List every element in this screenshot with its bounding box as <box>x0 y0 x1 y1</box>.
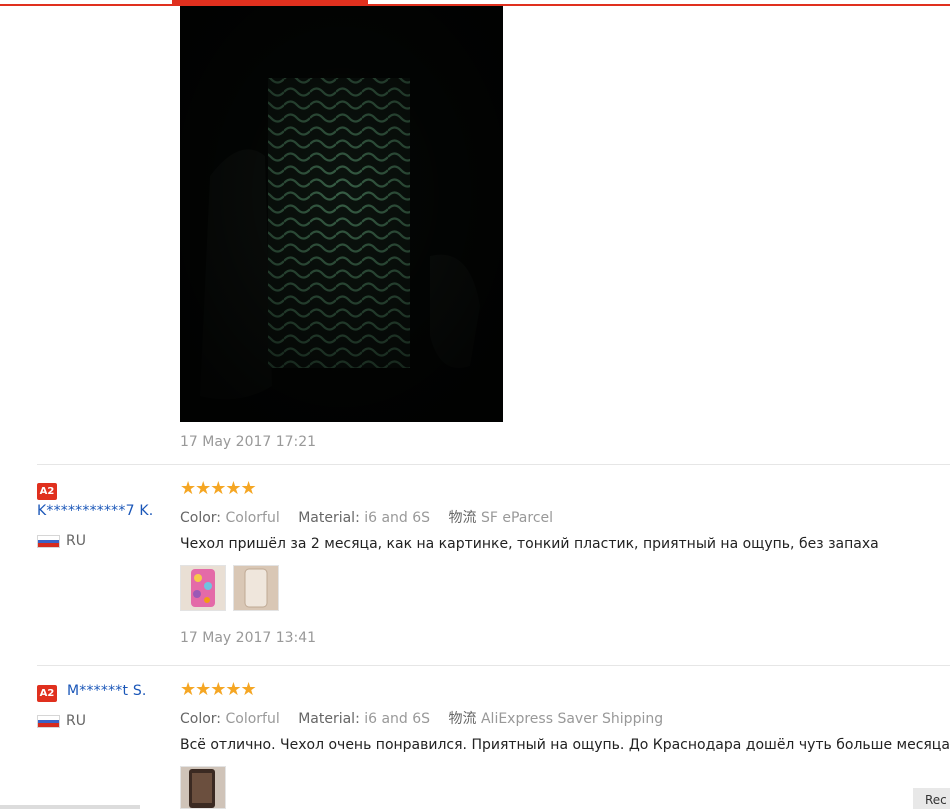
clear-case-image <box>234 566 278 610</box>
star-rating: ★★★★★ <box>180 478 257 499</box>
material-value: i6 and 6S <box>364 711 431 727</box>
glow-phone-case-photo <box>180 6 503 422</box>
color-label: Color: <box>180 510 222 526</box>
shipping-label: 物流 <box>448 510 477 526</box>
shipping-value: SF eParcel <box>480 510 554 526</box>
shipping-label: 物流 <box>448 711 477 727</box>
reviewer-country: RU <box>66 533 86 549</box>
review-thumbnail[interactable] <box>180 565 226 611</box>
russia-flag-icon <box>37 715 60 728</box>
review-date: 17 May 2017 13:41 <box>180 630 317 646</box>
review-divider <box>37 665 950 666</box>
case-in-hand-image <box>181 767 225 808</box>
review-thumbnail[interactable] <box>233 565 279 611</box>
review-photo-large[interactable] <box>180 6 503 422</box>
buyer-level-badge: A2 <box>37 685 57 702</box>
color-value: Colorful <box>225 510 280 526</box>
shipping-value: AliExpress Saver Shipping <box>480 711 664 727</box>
star-rating: ★★★★★ <box>180 679 257 700</box>
review-thumbnail[interactable] <box>180 766 226 809</box>
review-divider <box>37 464 950 465</box>
review-date: 17 May 2017 17:21 <box>180 434 317 450</box>
material-label: Material: <box>298 711 360 727</box>
reviewer-name[interactable]: M******t S. <box>67 683 147 699</box>
russia-flag-icon <box>37 535 60 548</box>
reviewer-name[interactable]: K***********7 K. <box>37 503 153 519</box>
material-label: Material: <box>298 510 360 526</box>
reviewer-country: RU <box>66 713 86 729</box>
floral-case-image <box>181 566 225 610</box>
color-value: Colorful <box>225 711 280 727</box>
review-text: Чехол пришёл за 2 месяца, как на картинк… <box>180 536 879 552</box>
color-label: Color: <box>180 711 222 727</box>
more-reviews-button[interactable]: Rec <box>913 788 950 809</box>
review-text: Всё отлично. Чехол очень понравился. При… <box>180 737 950 753</box>
buyer-level-badge: A2 <box>37 483 57 500</box>
review-attributes: Color: Colorful Material: i6 and 6S 物流 S… <box>180 507 553 527</box>
horizontal-scrollbar[interactable] <box>0 805 140 809</box>
material-value: i6 and 6S <box>364 510 431 526</box>
review-attributes: Color: Colorful Material: i6 and 6S 物流 A… <box>180 708 663 728</box>
